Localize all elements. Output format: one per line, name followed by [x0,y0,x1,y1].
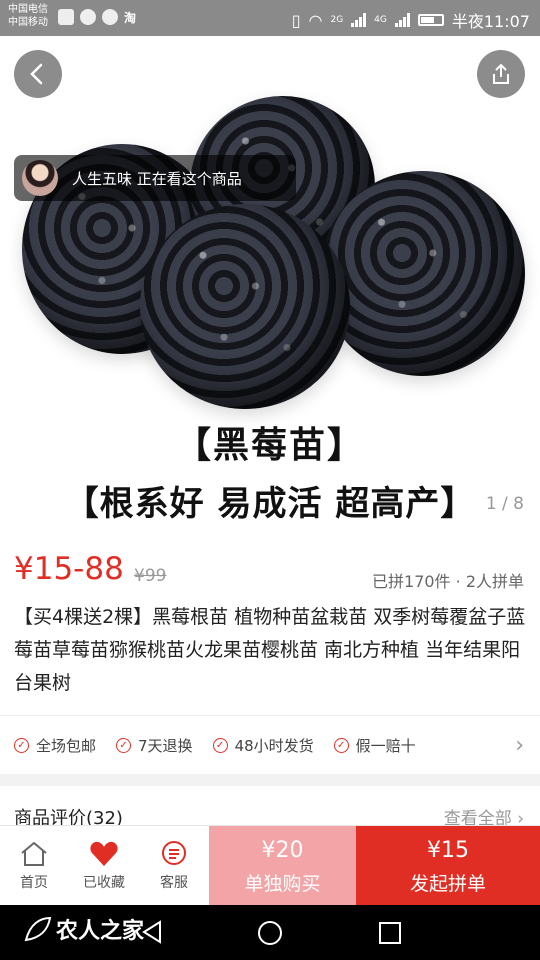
service-label: 客服 [160,875,188,891]
status-bar: 中国电信 中国移动 淘 ▯ ◠ 2G 4G 半夜11:07 [0,0,540,36]
nav-back-icon[interactable] [140,919,164,945]
avatar [22,160,58,196]
blackberry-image [140,204,350,409]
guarantee-label: 7天退换 [138,736,193,755]
guarantee-label: 全场包邮 [36,736,97,755]
home-button[interactable]: 首页 [0,826,68,906]
check-circle-icon: ✓ [212,737,228,753]
signal-icon-2 [394,13,410,27]
vibrate-icon: ▯ [291,10,301,30]
buy-alone-label: 单独购买 [244,873,321,895]
bottom-action-bar: 首页 已收藏 客服 ¥20 单独购买 ¥15 发起拼单 [0,825,540,906]
guarantee-shipping-time: ✓ 48小时发货 [212,735,314,756]
system-icons: ▯ ◠ 2G 4G 半夜11:07 [292,8,530,32]
nav-home-icon[interactable] [256,919,284,947]
service-guarantees[interactable]: ✓ 全场包邮 ✓ 7天退换 ✓ 48小时发货 ✓ 假一赔十 › [0,715,540,774]
product-image-carousel[interactable]: 【黑莓苗】 【根系好 易成活 超高产】 1 / 8 人生五味 正在看这个商品 [0,36,540,533]
guarantee-authentic: ✓ 假一赔十 [333,735,416,756]
live-viewer-banner: 人生五味 正在看这个商品 [14,155,296,201]
check-circle-icon: ✓ [333,737,349,753]
original-price: ¥99 [134,566,167,586]
favorite-label: 已收藏 [83,875,125,891]
watermark-text: 农人之家 [56,919,145,944]
clock: 半夜11:07 [451,12,530,31]
carrier-2: 中国移动 [8,17,48,28]
chevron-right-icon: › [515,733,524,758]
wifi-icon: ◠ [308,10,323,30]
viewer-text: 人生五味 正在看这个商品 [72,169,242,188]
customer-service-button[interactable]: 客服 [140,826,208,906]
sold-count: 已拼170件 · 2人拼单 [372,572,524,591]
share-button[interactable] [477,50,525,98]
hero-title-line2: 【根系好 易成活 超高产】 [64,484,476,524]
price: ¥15-88 [14,551,124,587]
nav-recents-icon[interactable] [378,921,402,945]
product-title: 【买4棵送2棵】黑莓根苗 植物种苗盆栽苗 双季树莓覆盆子蓝莓苗草莓苗猕猴桃苗火龙… [14,606,526,694]
network-2g: 2G [330,15,344,25]
signal-icon-1 [351,13,367,27]
home-icon [21,841,47,866]
carrier-1: 中国电信 [8,4,48,15]
back-button[interactable] [14,50,62,98]
guarantee-returns: ✓ 7天退换 [116,735,193,756]
check-circle-icon: ✓ [116,737,132,753]
group-buy-price: ¥15 [427,838,469,863]
image-counter: 1 / 8 [485,494,524,514]
notification-icons: 淘 [58,9,136,25]
heart-icon [90,841,118,866]
hero-title-line1: 【黑莓苗】 [174,425,365,466]
guarantee-label: 48小时发货 [234,736,314,755]
system-navigation-bar: 农人之家 [0,905,540,960]
buy-alone-button[interactable]: ¥20 单独购买 [209,826,356,906]
group-buy-label: 发起拼单 [409,873,486,895]
notification-icon [80,9,96,25]
chat-bubble-icon [162,841,186,865]
taobao-icon: 淘 [124,11,137,25]
start-group-buy-button[interactable]: ¥15 发起拼单 [356,826,540,906]
leaf-logo-icon [24,916,52,942]
video-app-icon [58,9,74,25]
chat-icon [102,9,118,25]
network-4g: 4G [374,15,387,25]
guarantee-free-shipping: ✓ 全场包邮 [14,735,96,756]
buy-alone-price: ¥20 [261,838,304,863]
reviews-header: 商品评价(32) 查看全部 › [0,786,540,829]
watermark-logo: 农人之家 [22,913,144,945]
blackberry-image [320,171,525,376]
product-info: ¥15-88 ¥99 已拼170件 · 2人拼单 【买4棵送2棵】黑莓根苗 植物… [0,533,540,715]
battery-icon [417,14,444,26]
share-icon [493,63,509,84]
guarantee-label: 假一赔十 [355,736,416,755]
favorite-button[interactable]: 已收藏 [70,826,138,906]
check-circle-icon: ✓ [14,737,29,753]
carrier-info: 中国电信 中国移动 [8,3,48,29]
chevron-left-icon [30,63,43,85]
home-label: 首页 [20,875,48,891]
